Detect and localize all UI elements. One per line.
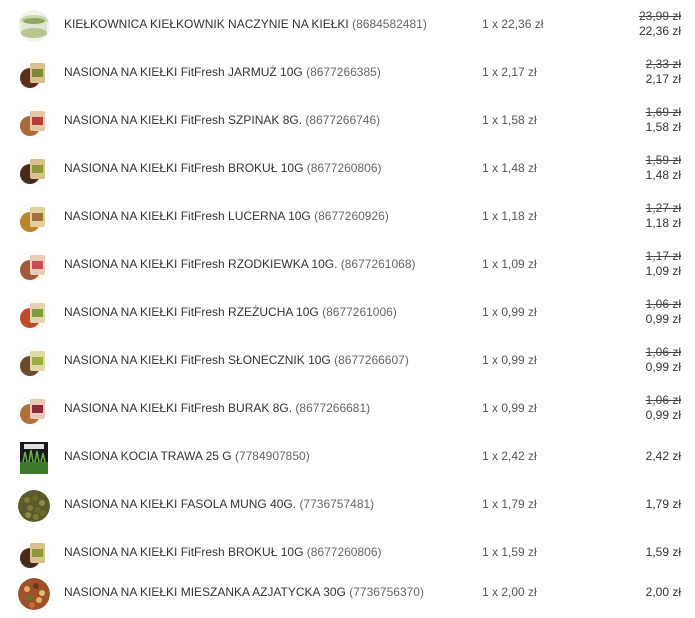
current-price: 22,36 zł: [638, 24, 681, 38]
seed-packet-icon: [18, 346, 50, 378]
seed-packet-icon: [18, 394, 50, 426]
item-quantity-price: 1 x 1,48 zł: [482, 161, 537, 175]
product-sku: (8677260806): [306, 161, 382, 175]
product-sku: (8677260806): [306, 545, 382, 559]
current-price: 1,09 zł: [645, 264, 681, 278]
item-quantity-price: 1 x 0,99 zł: [482, 305, 537, 319]
old-price: 1,06 zł: [645, 393, 681, 407]
product-name[interactable]: NASIONA NA KIEŁKI FitFresh RZEŻUCHA 10G …: [64, 305, 397, 319]
product-sku: (7736756370): [349, 585, 424, 599]
product-sku: (8677266607): [334, 353, 409, 367]
sprouter-jar-icon: [18, 10, 50, 42]
product-name[interactable]: NASIONA NA KIEŁKI FitFresh RZODKIEWKA 10…: [64, 257, 416, 271]
current-price: 1,18 zł: [645, 216, 681, 230]
old-price: 1,59 zł: [645, 153, 681, 167]
old-price: 1,06 zł: [645, 345, 681, 359]
item-quantity-price: 1 x 1,18 zł: [482, 209, 537, 223]
seed-packet-icon: [18, 58, 50, 90]
item-quantity-price: 1 x 1,79 zł: [482, 497, 537, 511]
product-sku: (8677266746): [305, 113, 381, 127]
item-quantity-price: 1 x 2,00 zł: [482, 585, 537, 599]
list-item[interactable]: NASIONA NA KIEŁKI FitFresh BURAK 8G. (86…: [0, 386, 695, 434]
product-sku: (7736757481): [299, 497, 375, 511]
current-price: 1,59 zł: [645, 545, 681, 559]
item-quantity-price: 1 x 2,17 zł: [482, 65, 537, 79]
seed-packet-icon: [18, 106, 50, 138]
product-name[interactable]: NASIONA NA KIEŁKI FitFresh SZPINAK 8G. (…: [64, 113, 380, 127]
list-item[interactable]: NASIONA NA KIEŁKI MIESZANKA AZJATYCKA 30…: [0, 570, 695, 618]
list-item[interactable]: NASIONA NA KIEŁKI FitFresh SŁONECZNIK 10…: [0, 338, 695, 386]
cat-grass-icon: [20, 442, 48, 474]
mung-beans-icon: [18, 490, 50, 522]
product-name[interactable]: NASIONA NA KIEŁKI FitFresh BROKUŁ 10G (8…: [64, 545, 382, 559]
current-price: 1,48 zł: [645, 168, 681, 182]
list-item[interactable]: NASIONA NA KIEŁKI FitFresh BROKUŁ 10G (8…: [0, 146, 695, 194]
old-price: 1,27 zł: [645, 201, 681, 215]
item-quantity-price: 1 x 1,58 zł: [482, 113, 537, 127]
product-name[interactable]: NASIONA NA KIEŁKI FitFresh LUCERNA 10G (…: [64, 209, 389, 223]
product-name[interactable]: NASIONA NA KIEŁKI FitFresh BROKUŁ 10G (8…: [64, 161, 382, 175]
current-price: 2,00 zł: [645, 585, 681, 599]
product-sku: (8684582481): [352, 17, 427, 31]
item-quantity-price: 1 x 1,09 zł: [482, 257, 537, 271]
product-sku: (8677266681): [295, 401, 371, 415]
list-item[interactable]: NASIONA NA KIEŁKI FitFresh JARMUŻ 10G (8…: [0, 50, 695, 98]
list-item[interactable]: NASIONA KOCIA TRAWA 25 G (7784907850) 1 …: [0, 434, 695, 482]
list-item[interactable]: NASIONA NA KIEŁKI FitFresh SZPINAK 8G. (…: [0, 98, 695, 146]
old-price: 1,06 zł: [645, 297, 681, 311]
order-items-list: KIEŁKOWNICA KIEŁKOWNIK NACZYNIE NA KIEŁK…: [0, 0, 695, 615]
product-sku: (8677261006): [322, 305, 397, 319]
product-name[interactable]: NASIONA NA KIEŁKI FitFresh JARMUŻ 10G (8…: [64, 65, 381, 79]
product-name[interactable]: NASIONA NA KIEŁKI FitFresh BURAK 8G. (86…: [64, 401, 370, 415]
list-item[interactable]: NASIONA NA KIEŁKI FASOLA MUNG 40G. (7736…: [0, 482, 695, 530]
current-price: 1,79 zł: [645, 497, 681, 511]
product-name[interactable]: NASIONA KOCIA TRAWA 25 G (7784907850): [64, 449, 310, 463]
current-price: 2,17 zł: [645, 72, 681, 86]
old-price: 1,69 zł: [645, 105, 681, 119]
seed-packet-icon: [18, 202, 50, 234]
seed-packet-icon: [18, 298, 50, 330]
seed-packet-icon: [18, 154, 50, 186]
current-price: 1,58 zł: [645, 120, 681, 134]
current-price: 0,99 zł: [645, 360, 681, 374]
current-price: 0,99 zł: [645, 312, 681, 326]
item-quantity-price: 1 x 0,99 zł: [482, 353, 537, 367]
product-name[interactable]: KIEŁKOWNICA KIEŁKOWNIK NACZYNIE NA KIEŁK…: [64, 17, 427, 31]
seed-mix-icon: [18, 578, 50, 610]
product-sku: (8677261068): [340, 257, 416, 271]
list-item[interactable]: NASIONA NA KIEŁKI FitFresh LUCERNA 10G (…: [0, 194, 695, 242]
product-name[interactable]: NASIONA NA KIEŁKI MIESZANKA AZJATYCKA 30…: [64, 585, 424, 599]
seed-packet-icon: [18, 538, 50, 570]
list-item[interactable]: NASIONA NA KIEŁKI FitFresh RZEŻUCHA 10G …: [0, 290, 695, 338]
list-item[interactable]: KIEŁKOWNICA KIEŁKOWNIK NACZYNIE NA KIEŁK…: [0, 2, 695, 50]
product-name[interactable]: NASIONA NA KIEŁKI FitFresh SŁONECZNIK 10…: [64, 353, 409, 367]
product-sku: (7784907850): [234, 449, 310, 463]
item-quantity-price: 1 x 1,59 zł: [482, 545, 537, 559]
current-price: 2,42 zł: [645, 449, 681, 463]
list-item[interactable]: NASIONA NA KIEŁKI FitFresh RZODKIEWKA 10…: [0, 242, 695, 290]
product-sku: (8677260926): [314, 209, 389, 223]
item-quantity-price: 1 x 2,42 zł: [482, 449, 537, 463]
old-price: 2,33 zł: [645, 57, 681, 71]
current-price: 0,99 zł: [645, 408, 681, 422]
item-quantity-price: 1 x 22,36 zł: [482, 17, 544, 31]
product-sku: (8677266385): [306, 65, 381, 79]
seed-packet-icon: [18, 250, 50, 282]
product-name[interactable]: NASIONA NA KIEŁKI FASOLA MUNG 40G. (7736…: [64, 497, 374, 511]
old-price: 1,17 zł: [645, 249, 681, 263]
item-quantity-price: 1 x 0,99 zł: [482, 401, 537, 415]
old-price: 23,99 zł: [638, 9, 681, 23]
